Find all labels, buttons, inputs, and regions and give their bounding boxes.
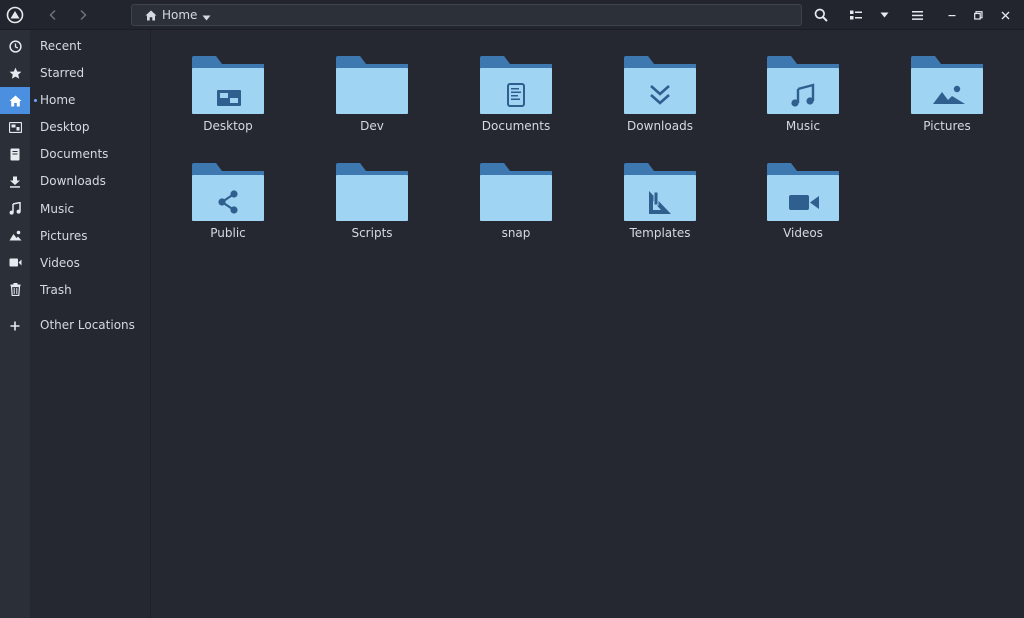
trash-icon[interactable] bbox=[0, 276, 30, 303]
sidebar-item-home[interactable]: Home bbox=[40, 90, 75, 110]
video-icon[interactable] bbox=[0, 249, 30, 276]
desktop-icon[interactable] bbox=[0, 114, 30, 141]
folder-item[interactable]: Templates bbox=[600, 137, 720, 240]
folder-name: Desktop bbox=[203, 119, 253, 133]
music-icon[interactable] bbox=[0, 195, 30, 222]
folder-item[interactable]: Desktop bbox=[168, 30, 288, 133]
folder-name: Videos bbox=[783, 226, 823, 240]
folder-icon bbox=[336, 56, 408, 114]
folder-item[interactable]: Dev bbox=[312, 30, 432, 133]
restore-icon[interactable] bbox=[966, 3, 990, 27]
document-icon[interactable] bbox=[0, 141, 30, 168]
home-icon bbox=[145, 6, 157, 25]
folder-name: Downloads bbox=[627, 119, 693, 133]
back-icon[interactable] bbox=[41, 3, 65, 27]
videos-folder-icon bbox=[767, 163, 839, 221]
sidebar-item-starred[interactable]: Starred bbox=[40, 63, 84, 83]
chevron-down-icon bbox=[202, 6, 211, 25]
desktop-folder-icon bbox=[192, 56, 264, 114]
folder-name: Public bbox=[210, 226, 246, 240]
sidebar-item-desktop[interactable]: Desktop bbox=[40, 117, 90, 137]
folder-item[interactable]: Music bbox=[743, 30, 863, 133]
folder-item[interactable]: Downloads bbox=[600, 30, 720, 133]
folder-item[interactable]: Videos bbox=[743, 137, 863, 240]
active-location-indicator bbox=[34, 99, 37, 102]
picture-icon[interactable] bbox=[0, 222, 30, 249]
folder-item[interactable]: Scripts bbox=[312, 137, 432, 240]
sidebar-item-music[interactable]: Music bbox=[40, 199, 74, 219]
sidebar-item-pictures[interactable]: Pictures bbox=[40, 226, 88, 246]
folder-item[interactable]: Pictures bbox=[887, 30, 1007, 133]
sidebar-item-trash[interactable]: Trash bbox=[40, 280, 72, 300]
close-icon[interactable] bbox=[993, 3, 1017, 27]
sidebar-item-other-locations[interactable]: Other Locations bbox=[40, 315, 135, 335]
folder-name: Dev bbox=[360, 119, 384, 133]
minimize-icon[interactable] bbox=[940, 3, 964, 27]
places-sidebar: Recent Starred Home Desktop Documents Do… bbox=[30, 30, 151, 618]
plus-icon[interactable] bbox=[0, 312, 30, 339]
hamburger-menu-icon[interactable] bbox=[905, 3, 929, 27]
folder-icon bbox=[480, 163, 552, 221]
clock-icon[interactable] bbox=[0, 33, 30, 60]
folder-name: Pictures bbox=[923, 119, 971, 133]
home-icon[interactable] bbox=[0, 87, 30, 114]
star-icon[interactable] bbox=[0, 60, 30, 87]
folder-name: Music bbox=[785, 119, 821, 133]
places-icon-rail bbox=[0, 30, 30, 618]
path-bar-label: Home bbox=[162, 8, 198, 22]
folder-item[interactable]: snap bbox=[456, 137, 576, 240]
folder-icon bbox=[336, 163, 408, 221]
folder-name: Documents bbox=[481, 119, 551, 133]
sidebar-item-downloads[interactable]: Downloads bbox=[40, 171, 106, 191]
header-bar: Home bbox=[0, 0, 1024, 30]
folder-name: Scripts bbox=[351, 226, 393, 240]
sidebar-item-documents[interactable]: Documents bbox=[40, 144, 108, 164]
folder-item[interactable]: Documents bbox=[456, 30, 576, 133]
folder-name: Templates bbox=[629, 226, 691, 240]
sidebar-item-videos[interactable]: Videos bbox=[40, 253, 80, 273]
app-logo-icon[interactable] bbox=[3, 3, 27, 27]
folder-name: snap bbox=[501, 226, 531, 240]
public-folder-icon bbox=[192, 163, 264, 221]
view-options-chevron-icon[interactable] bbox=[872, 3, 896, 27]
music-folder-icon bbox=[767, 56, 839, 114]
download-icon[interactable] bbox=[0, 168, 30, 195]
view-list-icon[interactable] bbox=[844, 3, 868, 27]
search-icon[interactable] bbox=[809, 3, 833, 27]
documents-folder-icon bbox=[480, 56, 552, 114]
folder-view: Desktop Dev Documents Downloads Music Pi… bbox=[152, 30, 1024, 618]
templates-folder-icon bbox=[624, 163, 696, 221]
folder-item[interactable]: Public bbox=[168, 137, 288, 240]
downloads-folder-icon bbox=[624, 56, 696, 114]
path-bar-home-button[interactable]: Home bbox=[131, 4, 802, 26]
forward-icon[interactable] bbox=[71, 3, 95, 27]
sidebar-item-recent[interactable]: Recent bbox=[40, 36, 81, 56]
pictures-folder-icon bbox=[911, 56, 983, 114]
file-manager-window: Home Recent Starred Home Desktop Documen… bbox=[0, 0, 1024, 618]
